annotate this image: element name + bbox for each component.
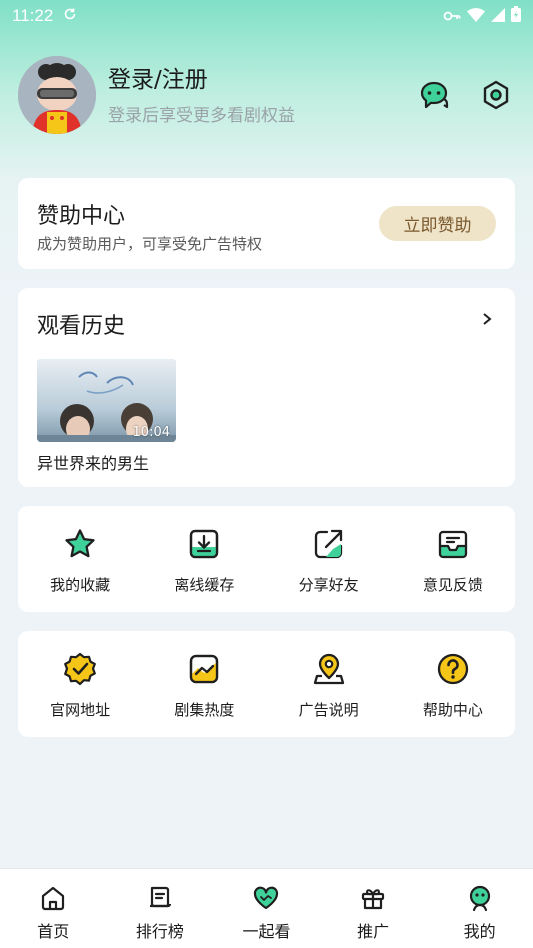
watch-history-title: 观看历史	[37, 314, 126, 339]
nav-ranking-label: 排行榜	[135, 922, 184, 941]
battery-icon	[511, 6, 521, 26]
sponsor-subtitle: 成为赞助用户，可享受免广告特权	[37, 235, 263, 253]
sponsor-card: 赞助中心 成为赞助用户，可享受免广告特权 立即赞助	[18, 178, 515, 269]
heart-icon	[252, 884, 280, 912]
login-subtitle: 登录后享受更多看剧权益	[108, 105, 295, 126]
vpn-key-icon	[443, 7, 461, 26]
ad-info-label: 广告说明	[298, 701, 359, 719]
sync-icon	[63, 7, 77, 25]
help-question-icon	[435, 651, 471, 687]
star-icon	[62, 526, 98, 562]
history-item-duration: 10:04	[132, 425, 170, 440]
location-pin-icon	[311, 651, 347, 687]
nav-mine-label: 我的	[463, 922, 496, 941]
sponsor-title: 赞助中心	[37, 204, 126, 229]
offline-cache-item[interactable]: 离线缓存	[142, 506, 266, 612]
official-site-item[interactable]: 官网地址	[18, 631, 142, 737]
download-icon	[186, 526, 222, 562]
nav-watch-together-label: 一起看	[242, 922, 291, 941]
nav-home-label: 首页	[37, 922, 70, 941]
nav-mine[interactable]: 我的	[426, 869, 533, 948]
drama-popularity-item[interactable]: 剧集热度	[142, 631, 266, 737]
tools-grid-primary: 我的收藏 离线缓存 分享好友 意见反馈	[18, 506, 515, 612]
chevron-right-icon[interactable]	[481, 310, 493, 331]
nav-ranking[interactable]: 排行榜	[107, 869, 214, 948]
avatar[interactable]	[18, 56, 96, 134]
verified-badge-icon	[62, 651, 98, 687]
feedback-item[interactable]: 意见反馈	[391, 506, 515, 612]
chat-bubble-icon[interactable]	[417, 78, 451, 112]
ad-info-item[interactable]: 广告说明	[267, 631, 391, 737]
status-bar: 11:22	[0, 0, 533, 32]
profile-header: 登录/注册 登录后享受更多看剧权益	[18, 55, 515, 135]
share-friends-label: 分享好友	[298, 576, 359, 594]
nav-promotion[interactable]: 推广	[320, 869, 427, 948]
nav-watch-together[interactable]: 一起看	[213, 869, 320, 948]
share-icon	[311, 526, 347, 562]
home-icon	[39, 884, 67, 912]
feedback-label: 意见反馈	[422, 576, 483, 594]
help-center-item[interactable]: 帮助中心	[391, 631, 515, 737]
share-friends-item[interactable]: 分享好友	[267, 506, 391, 612]
tools-grid-secondary: 官网地址 剧集热度 广告说明 帮助中心	[18, 631, 515, 737]
drama-popularity-label: 剧集热度	[174, 701, 235, 719]
gift-icon	[359, 884, 387, 912]
help-center-label: 帮助中心	[422, 701, 483, 719]
bottom-navigation: 首页 排行榜 一起看 推广 我的	[0, 868, 533, 948]
watch-history-card: 观看历史 10:04 异世界来的男生	[18, 288, 515, 487]
nav-promotion-label: 推广	[357, 922, 390, 941]
ranking-icon	[146, 884, 174, 912]
favorites-item[interactable]: 我的收藏	[18, 506, 142, 612]
history-item-title[interactable]: 异世界来的男生	[37, 450, 149, 474]
history-item-thumbnail[interactable]: 10:04	[37, 359, 176, 442]
profile-text[interactable]: 登录/注册 登录后享受更多看剧权益	[108, 65, 295, 126]
profile-actions	[417, 78, 515, 112]
official-site-label: 官网地址	[50, 701, 111, 719]
status-icons	[443, 6, 521, 26]
status-time: 11:22	[12, 6, 54, 25]
feedback-inbox-icon	[435, 526, 471, 562]
profile-face-icon	[466, 884, 494, 912]
sponsor-now-button[interactable]: 立即赞助	[379, 206, 496, 241]
settings-icon[interactable]	[479, 78, 513, 112]
trend-chart-icon	[186, 651, 222, 687]
cellular-signal-icon	[491, 7, 505, 26]
favorites-label: 我的收藏	[50, 576, 111, 594]
login-register-title[interactable]: 登录/注册	[108, 65, 295, 95]
wifi-icon	[467, 7, 485, 26]
nav-home[interactable]: 首页	[0, 869, 107, 948]
offline-cache-label: 离线缓存	[174, 576, 235, 594]
